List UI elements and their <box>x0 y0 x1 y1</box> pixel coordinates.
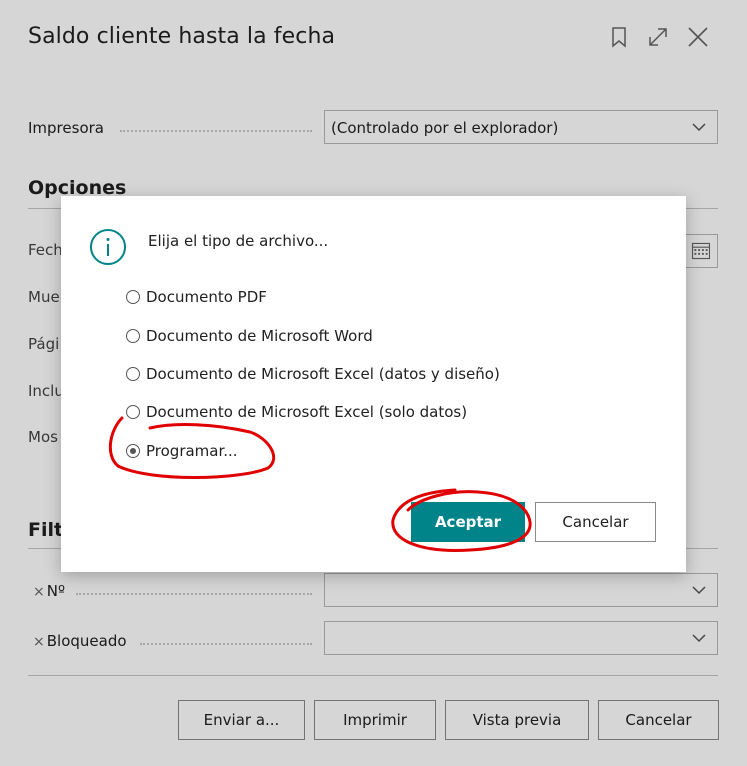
radio-button[interactable] <box>126 290 140 304</box>
radio-button-selected[interactable] <box>126 444 140 458</box>
dialog-message: Elija el tipo de archivo... <box>148 232 329 250</box>
radio-option-schedule[interactable]: Programar... <box>126 442 238 460</box>
radio-option-excel-data[interactable]: Documento de Microsoft Excel (solo datos… <box>126 403 467 421</box>
radio-button[interactable] <box>126 405 140 419</box>
file-type-dialog: Elija el tipo de archivo... Documento PD… <box>61 196 686 572</box>
radio-label: Documento de Microsoft Excel (solo datos… <box>146 403 468 421</box>
radio-label: Programar... <box>146 442 238 460</box>
radio-label: Documento PDF <box>146 288 267 306</box>
radio-button[interactable] <box>126 367 140 381</box>
radio-option-pdf[interactable]: Documento PDF <box>126 288 267 306</box>
radio-option-word[interactable]: Documento de Microsoft Word <box>126 327 373 345</box>
dialog-cancel-button[interactable]: Cancelar <box>535 502 656 542</box>
radio-option-excel-layout[interactable]: Documento de Microsoft Excel (datos y di… <box>126 365 500 383</box>
info-icon <box>90 229 126 265</box>
radio-label: Documento de Microsoft Word <box>146 327 373 345</box>
accept-button[interactable]: Aceptar <box>411 502 525 542</box>
radio-button[interactable] <box>126 329 140 343</box>
radio-label: Documento de Microsoft Excel (datos y di… <box>146 365 500 383</box>
